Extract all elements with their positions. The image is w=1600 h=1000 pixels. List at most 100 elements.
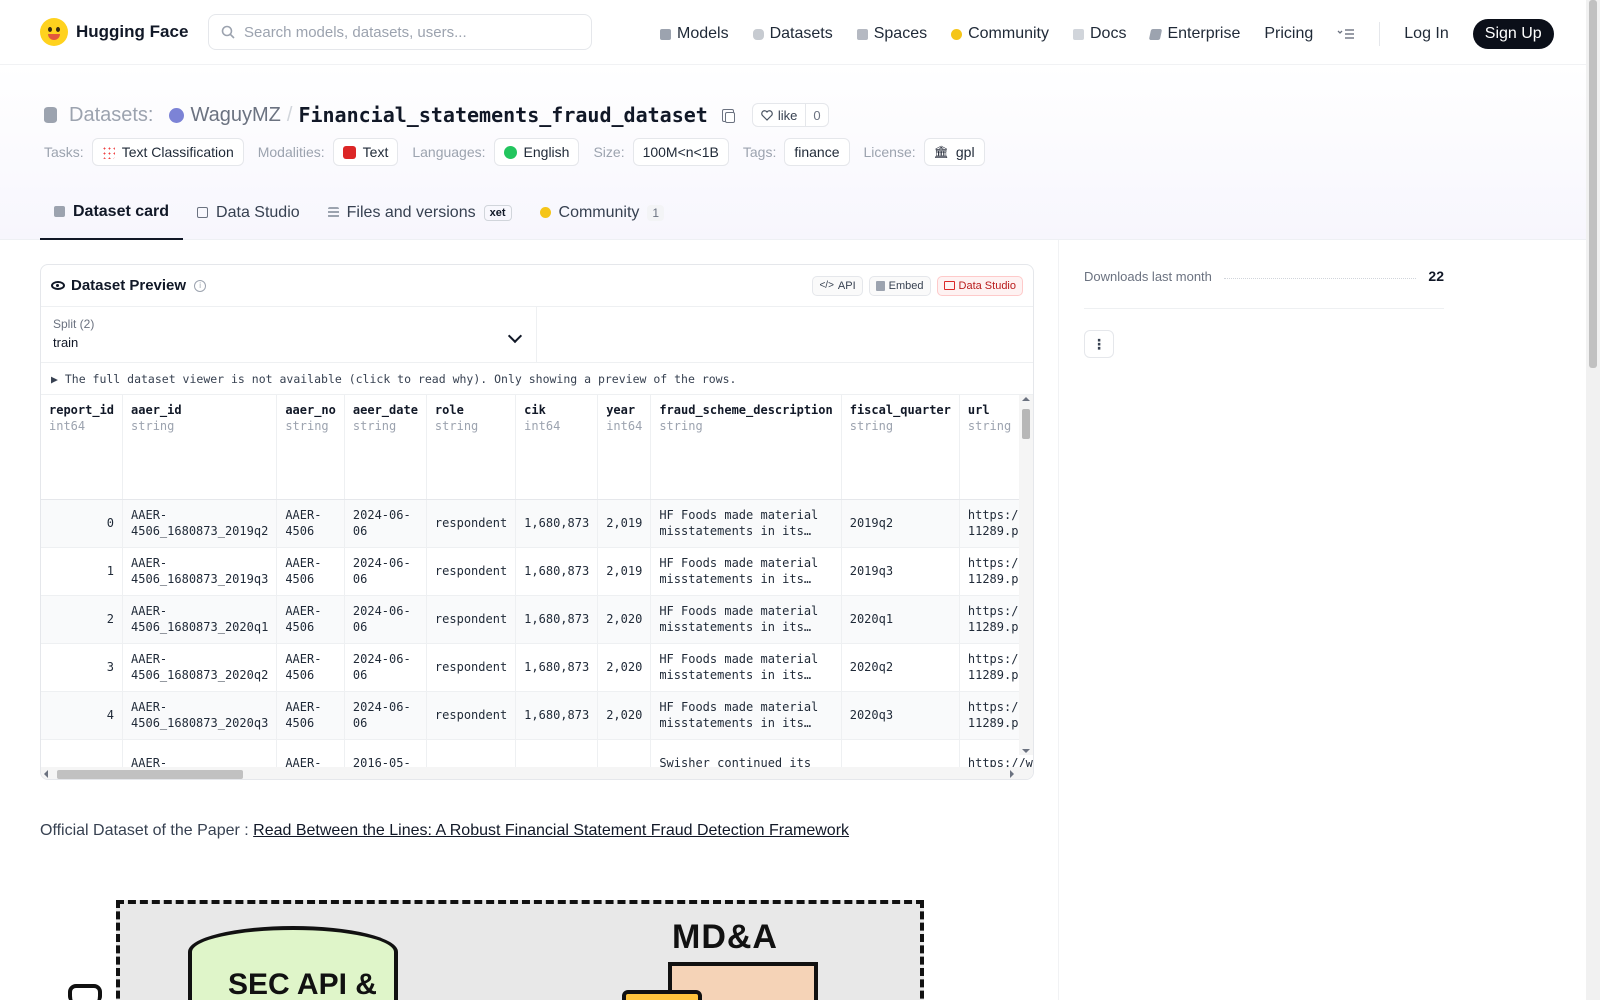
column-header[interactable]: report_id int64 [41, 395, 124, 500]
scroll-left-icon[interactable] [41, 770, 48, 778]
table-cell: 2024-06- 06 [344, 691, 427, 740]
enterprise-icon [1149, 28, 1163, 40]
table-row[interactable]: 3 AAER- 4506_1680873_2020q2 AAER- 4506 2024… [41, 643, 1033, 692]
table-row[interactable]: 1 AAER- 4506_1680873_2019q3 AAER- 4506 2024… [41, 547, 1033, 596]
copy-icon[interactable] [721, 108, 735, 123]
tab-data-studio[interactable]: Data Studio [183, 185, 314, 240]
table-cell: AAER- 4506_1680873_2019q3 [122, 547, 278, 596]
nav-models[interactable]: Models [660, 25, 729, 43]
horizontal-scrollbar[interactable] [41, 767, 1033, 779]
column-header[interactable]: fraud_scheme_description string [650, 395, 842, 500]
search-bar[interactable] [208, 14, 592, 50]
tab-community[interactable]: Community 1 [526, 185, 679, 240]
nav-docs[interactable]: Docs [1073, 25, 1126, 43]
column-header[interactable]: aaer_id string [122, 395, 278, 500]
paper-link[interactable]: Read Between the Lines: A Robust Financi… [253, 822, 849, 839]
scroll-down-icon[interactable] [1022, 749, 1030, 757]
horizontal-scroll-thumb[interactable] [57, 770, 243, 779]
brand-logo[interactable]: Hugging Face [40, 17, 188, 47]
modality-tag[interactable]: Text [332, 138, 399, 166]
table-row[interactable]: 0 AAER- 4506_1680873_2019q2 AAER- 4506 2024… [41, 499, 1033, 548]
sidebar-divider [1084, 308, 1444, 309]
like-button[interactable]: like [753, 104, 807, 126]
size-tag[interactable]: 100M<n<1B [632, 138, 729, 166]
license-tag[interactable]: 🏛 gpl [923, 138, 985, 166]
vertical-scrollbar[interactable] [1019, 395, 1033, 755]
signup-button[interactable]: Sign Up [1472, 19, 1554, 49]
column-header[interactable]: role string [426, 395, 517, 500]
grid-icon [856, 28, 868, 40]
document-shape [622, 990, 702, 1000]
nav-datasets[interactable]: Datasets [752, 25, 833, 43]
main-nav: Models Datasets Spaces Community Docs En… [660, 19, 1554, 49]
nav-community[interactable]: Community [951, 25, 1049, 43]
like-widget: like 0 [751, 103, 829, 127]
column-header[interactable]: fiscal_quarter string [841, 395, 960, 500]
datasets-link[interactable]: Datasets: [69, 104, 153, 127]
more-menu-button[interactable] [1337, 28, 1355, 40]
nav-pricing[interactable]: Pricing [1264, 25, 1313, 43]
task-tag[interactable]: Text Classification [91, 138, 244, 166]
nav-divider [1379, 22, 1381, 46]
viewer-notice[interactable]: ▶ The full dataset viewer is not availab… [41, 363, 1033, 395]
owner-link[interactable]: WaguyMZ [190, 104, 280, 127]
table-cell: AAER- 4506 [276, 691, 345, 740]
table-icon [197, 207, 209, 218]
tab-dataset-card[interactable]: Dataset card [40, 185, 184, 240]
preview-title: Dataset Preview [71, 277, 187, 294]
nav-pricing-label: Pricing [1264, 25, 1314, 42]
more-options-button[interactable]: ⋮ [1084, 330, 1114, 358]
kebab-icon: ⋮ [1092, 335, 1106, 352]
column-header[interactable]: aeer_date string [344, 395, 427, 500]
api-button[interactable]: </> API [812, 275, 863, 296]
finance-tag[interactable]: finance [784, 138, 850, 166]
nav-spaces[interactable]: Spaces [856, 25, 927, 43]
menu-icon [1337, 29, 1355, 39]
scroll-right-icon[interactable] [1010, 770, 1018, 778]
vertical-scroll-thumb[interactable] [1022, 409, 1030, 439]
table-body: 0 AAER- 4506_1680873_2019q2 AAER- 4506 2024… [41, 499, 1033, 779]
column-header[interactable]: aaer_no string [276, 395, 345, 500]
dataset-name[interactable]: Financial_statements_fraud_dataset [298, 103, 707, 127]
embed-button[interactable]: Embed [868, 275, 931, 296]
table-cell: HF Foods made material misstatements in … [650, 499, 842, 548]
paper-reference: Official Dataset of the Paper : Read Bet… [40, 822, 849, 840]
dataset-icon [44, 107, 57, 123]
login-link[interactable]: Log In [1404, 25, 1448, 43]
figure-db-text: SEC API & [228, 968, 377, 1000]
column-dtype: int64 [524, 419, 561, 433]
page-scrollbar[interactable] [1586, 0, 1600, 1000]
split-select[interactable]: Split (2) train [41, 307, 537, 362]
table-row[interactable]: 2 AAER- 4506_1680873_2020q1 AAER- 4506 2024… [41, 595, 1033, 644]
scroll-up-icon[interactable] [1022, 395, 1030, 401]
column-name: aaer_no [285, 403, 336, 417]
column-header[interactable]: year int64 [597, 395, 652, 500]
table-row[interactable]: 4 AAER- 4506_1680873_2020q3 AAER- 4506 2024… [41, 691, 1033, 740]
search-input[interactable] [244, 23, 564, 41]
bank-icon: 🏛 [933, 145, 949, 159]
repo-header: Datasets: WaguyMZ / Financial_statements… [0, 65, 1586, 240]
language-tag[interactable]: English [493, 138, 580, 166]
tab-dataset-card-label: Dataset card [73, 202, 170, 220]
like-count[interactable]: 0 [806, 108, 827, 123]
info-icon[interactable]: i [194, 279, 207, 292]
split-label: Split (2) [53, 317, 95, 331]
nav-enterprise[interactable]: Enterprise [1149, 25, 1240, 43]
tab-files[interactable]: Files and versions xet [314, 185, 526, 240]
table-cell: AAER- 4506_1680873_2020q3 [122, 691, 278, 740]
metadata-tags: Tasks: Text Classification Modalities: T… [44, 138, 999, 166]
data-studio-button[interactable]: Data Studio [936, 275, 1023, 296]
table-cell: 2,019 [597, 499, 652, 548]
column-header[interactable]: cik int64 [515, 395, 599, 500]
page-scroll-thumb[interactable] [1589, 0, 1597, 368]
figure-edge-shape [68, 984, 102, 1000]
column-name: report_id [49, 403, 115, 417]
table-cell: AAER- 4506 [276, 595, 345, 644]
column-dtype: string [131, 419, 175, 433]
column-dtype: int64 [49, 419, 86, 433]
table-cell: HF Foods made material misstatements in … [650, 691, 842, 740]
tasks-label: Tasks: [44, 144, 84, 160]
table-cell: 1 [41, 547, 124, 596]
column-dtype: string [849, 419, 894, 433]
table-cell: respondent [426, 499, 517, 548]
